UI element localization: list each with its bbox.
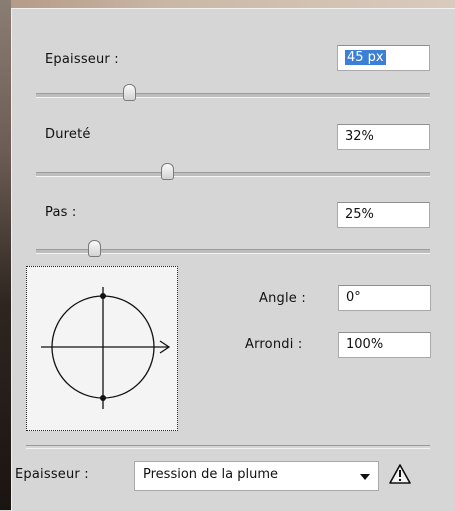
control-dropdown-value: Pression de la plume [143,467,279,482]
photo-edge-top [0,0,455,8]
chevron-down-icon [360,474,370,480]
divider [26,445,430,449]
roundness-field[interactable]: 100% [338,332,431,358]
spacing-slider-thumb[interactable] [88,240,101,257]
brush-tip-preview[interactable] [26,266,178,431]
size-value: 45 px [345,50,386,65]
spacing-label: Pas : [45,205,77,220]
photo-edge-left [0,0,11,510]
hardness-slider-track[interactable] [36,172,430,177]
warning-triangle-icon [389,464,411,484]
control-dropdown[interactable]: Pression de la plume [134,461,379,491]
hardness-field[interactable]: 32% [337,124,430,150]
size-slider-thumb[interactable] [123,84,136,101]
control-label: Epaisseur : [15,467,89,482]
angle-field[interactable]: 0° [338,285,431,311]
angle-label: Angle : [259,291,306,306]
spacing-field[interactable]: 25% [337,202,430,228]
size-label: Epaisseur : [45,52,119,67]
size-field[interactable]: 45 px [337,45,430,71]
hardness-label: Dureté [45,127,91,142]
hardness-slider-thumb[interactable] [161,163,174,180]
size-slider-track[interactable] [36,93,430,98]
brush-tip-preview-icon [41,287,171,409]
brush-tip-shape-panel: Epaisseur : 45 px Dureté 32% Pas : 25% A… [11,8,455,511]
roundness-label: Arrondi : [245,337,303,352]
